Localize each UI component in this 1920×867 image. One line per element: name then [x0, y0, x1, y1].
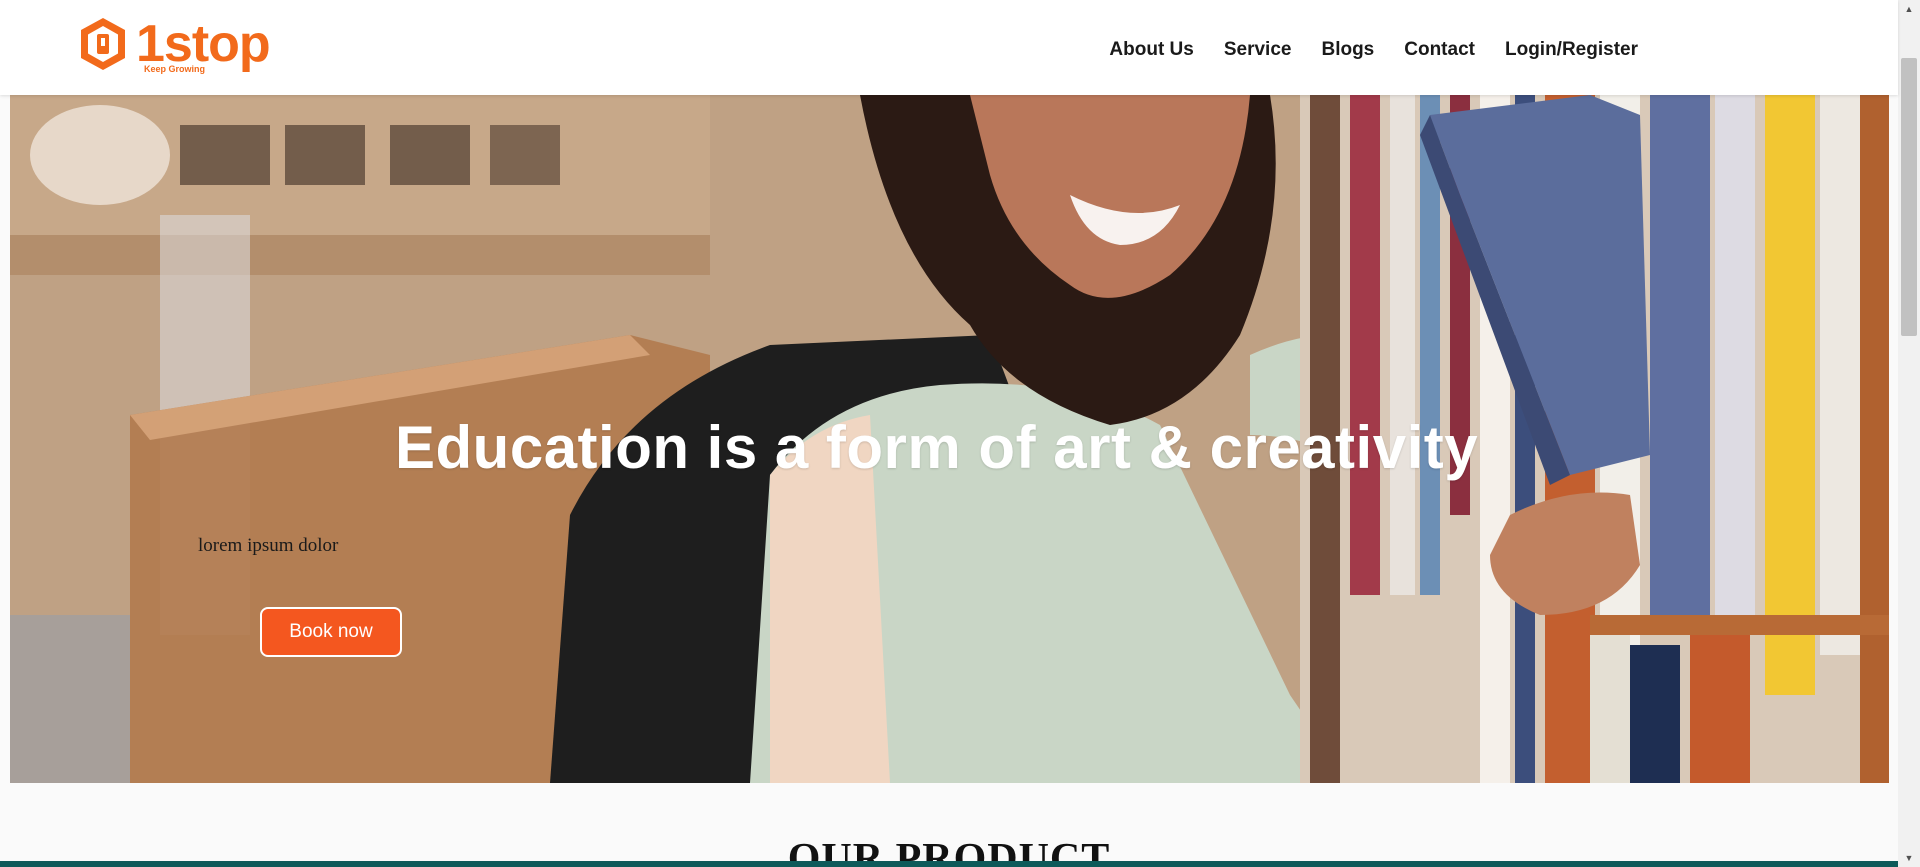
nav-about-us[interactable]: About Us — [1094, 38, 1208, 62]
hexagon-logo-icon — [81, 18, 125, 70]
nav-blogs[interactable]: Blogs — [1306, 38, 1389, 62]
hero-subtitle: lorem ipsum dolor — [198, 535, 339, 556]
scroll-down-arrow-icon[interactable]: ▼ — [1898, 849, 1920, 867]
hero-title: Education is a form of art & creativity — [395, 414, 1479, 481]
main-nav: About Us Service Blogs Contact Login/Reg… — [1094, 38, 1653, 62]
scroll-up-arrow-icon[interactable]: ▲ — [1898, 0, 1920, 18]
vertical-scrollbar[interactable]: ▲ ▼ — [1898, 0, 1920, 867]
book-now-button[interactable]: Book now — [260, 607, 402, 657]
nav-contact[interactable]: Contact — [1389, 38, 1490, 62]
brand-tagline: Keep Growing — [144, 64, 206, 74]
scrollbar-thumb[interactable] — [1901, 58, 1917, 336]
nav-service[interactable]: Service — [1209, 38, 1307, 62]
bottom-accent-bar — [0, 861, 1898, 867]
hero-banner: Education is a form of art & creativity … — [10, 95, 1889, 783]
nav-login-register[interactable]: Login/Register — [1490, 38, 1653, 62]
site-header: 1stop Keep Growing About Us Service Blog… — [0, 0, 1898, 95]
brand-logo[interactable]: 1stop Keep Growing — [78, 15, 271, 76]
